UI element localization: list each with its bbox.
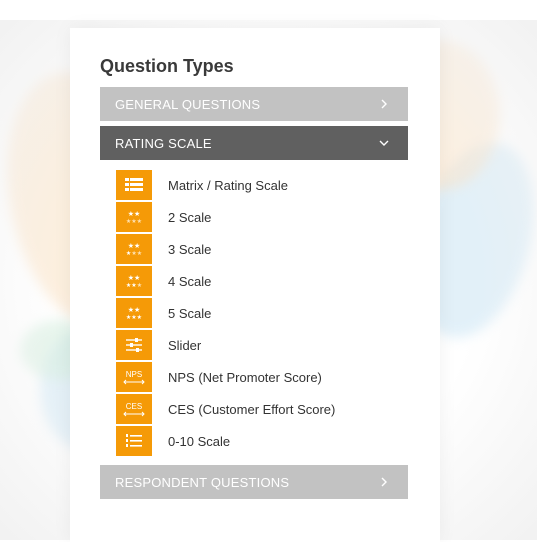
item-label: Matrix / Rating Scale [168, 177, 288, 193]
svg-text:★★: ★★ [128, 242, 141, 250]
item-5-scale[interactable]: ★★ ★★★ 5 Scale [116, 298, 408, 328]
item-ces[interactable]: CES CES (Customer Effort Score) [116, 394, 408, 424]
item-slider[interactable]: Slider [116, 330, 408, 360]
item-label: 0-10 Scale [168, 433, 231, 449]
question-types-panel: Question Types GENERAL QUESTIONS RATING … [70, 28, 440, 542]
item-0-10-scale[interactable]: 0-10 Scale [116, 426, 408, 456]
ces-icon: CES [116, 394, 152, 424]
item-matrix-rating-scale[interactable]: Matrix / Rating Scale [116, 170, 408, 200]
svg-text:★★★: ★★★ [126, 282, 142, 288]
item-2-scale[interactable]: ★★ ★★★ 2 Scale [116, 202, 408, 232]
accordion-label: GENERAL QUESTIONS [115, 96, 261, 112]
svg-text:★★: ★★ [128, 306, 141, 314]
svg-text:★★: ★★ [128, 274, 141, 282]
item-4-scale[interactable]: ★★ ★★★ 4 Scale [116, 266, 408, 296]
accordion-label: RATING SCALE [115, 135, 212, 151]
item-3-scale[interactable]: ★★ ★★★ 3 Scale [116, 234, 408, 264]
four-star-scale-icon: ★★ ★★★ [116, 266, 152, 296]
accordion-label: RESPONDENT QUESTIONS [115, 474, 290, 490]
panel-title: Question Types [100, 56, 234, 76]
svg-text:★★★: ★★★ [126, 250, 142, 256]
item-label: 5 Scale [168, 305, 212, 321]
item-nps[interactable]: NPS NPS (Net Promoter Score) [116, 362, 408, 392]
svg-text:CES: CES [126, 402, 142, 411]
svg-text:★★: ★★ [128, 210, 141, 218]
accordion-rating-scale[interactable]: RATING SCALE [100, 126, 408, 160]
five-star-scale-icon: ★★ ★★★ [116, 298, 152, 328]
item-label: 2 Scale [168, 209, 212, 225]
slider-icon [116, 330, 152, 360]
accordion-general-questions[interactable]: GENERAL QUESTIONS [100, 87, 408, 121]
numbered-list-icon [116, 426, 152, 456]
matrix-grid-icon [116, 170, 152, 200]
svg-text:★★★: ★★★ [126, 314, 142, 320]
item-label: CES (Customer Effort Score) [168, 401, 336, 417]
three-star-scale-icon: ★★ ★★★ [116, 234, 152, 264]
item-label: 4 Scale [168, 273, 212, 289]
svg-text:NPS: NPS [126, 370, 142, 379]
chevron-down-icon [379, 140, 389, 146]
svg-text:★★★: ★★★ [126, 218, 142, 224]
two-star-scale-icon: ★★ ★★★ [116, 202, 152, 232]
chevron-right-icon [381, 477, 387, 487]
item-label: NPS (Net Promoter Score) [168, 369, 322, 385]
chevron-right-icon [381, 99, 387, 109]
accordion-respondent-questions[interactable]: RESPONDENT QUESTIONS [100, 465, 408, 499]
item-label: 3 Scale [168, 241, 212, 257]
item-label: Slider [168, 337, 202, 353]
nps-icon: NPS [116, 362, 152, 392]
